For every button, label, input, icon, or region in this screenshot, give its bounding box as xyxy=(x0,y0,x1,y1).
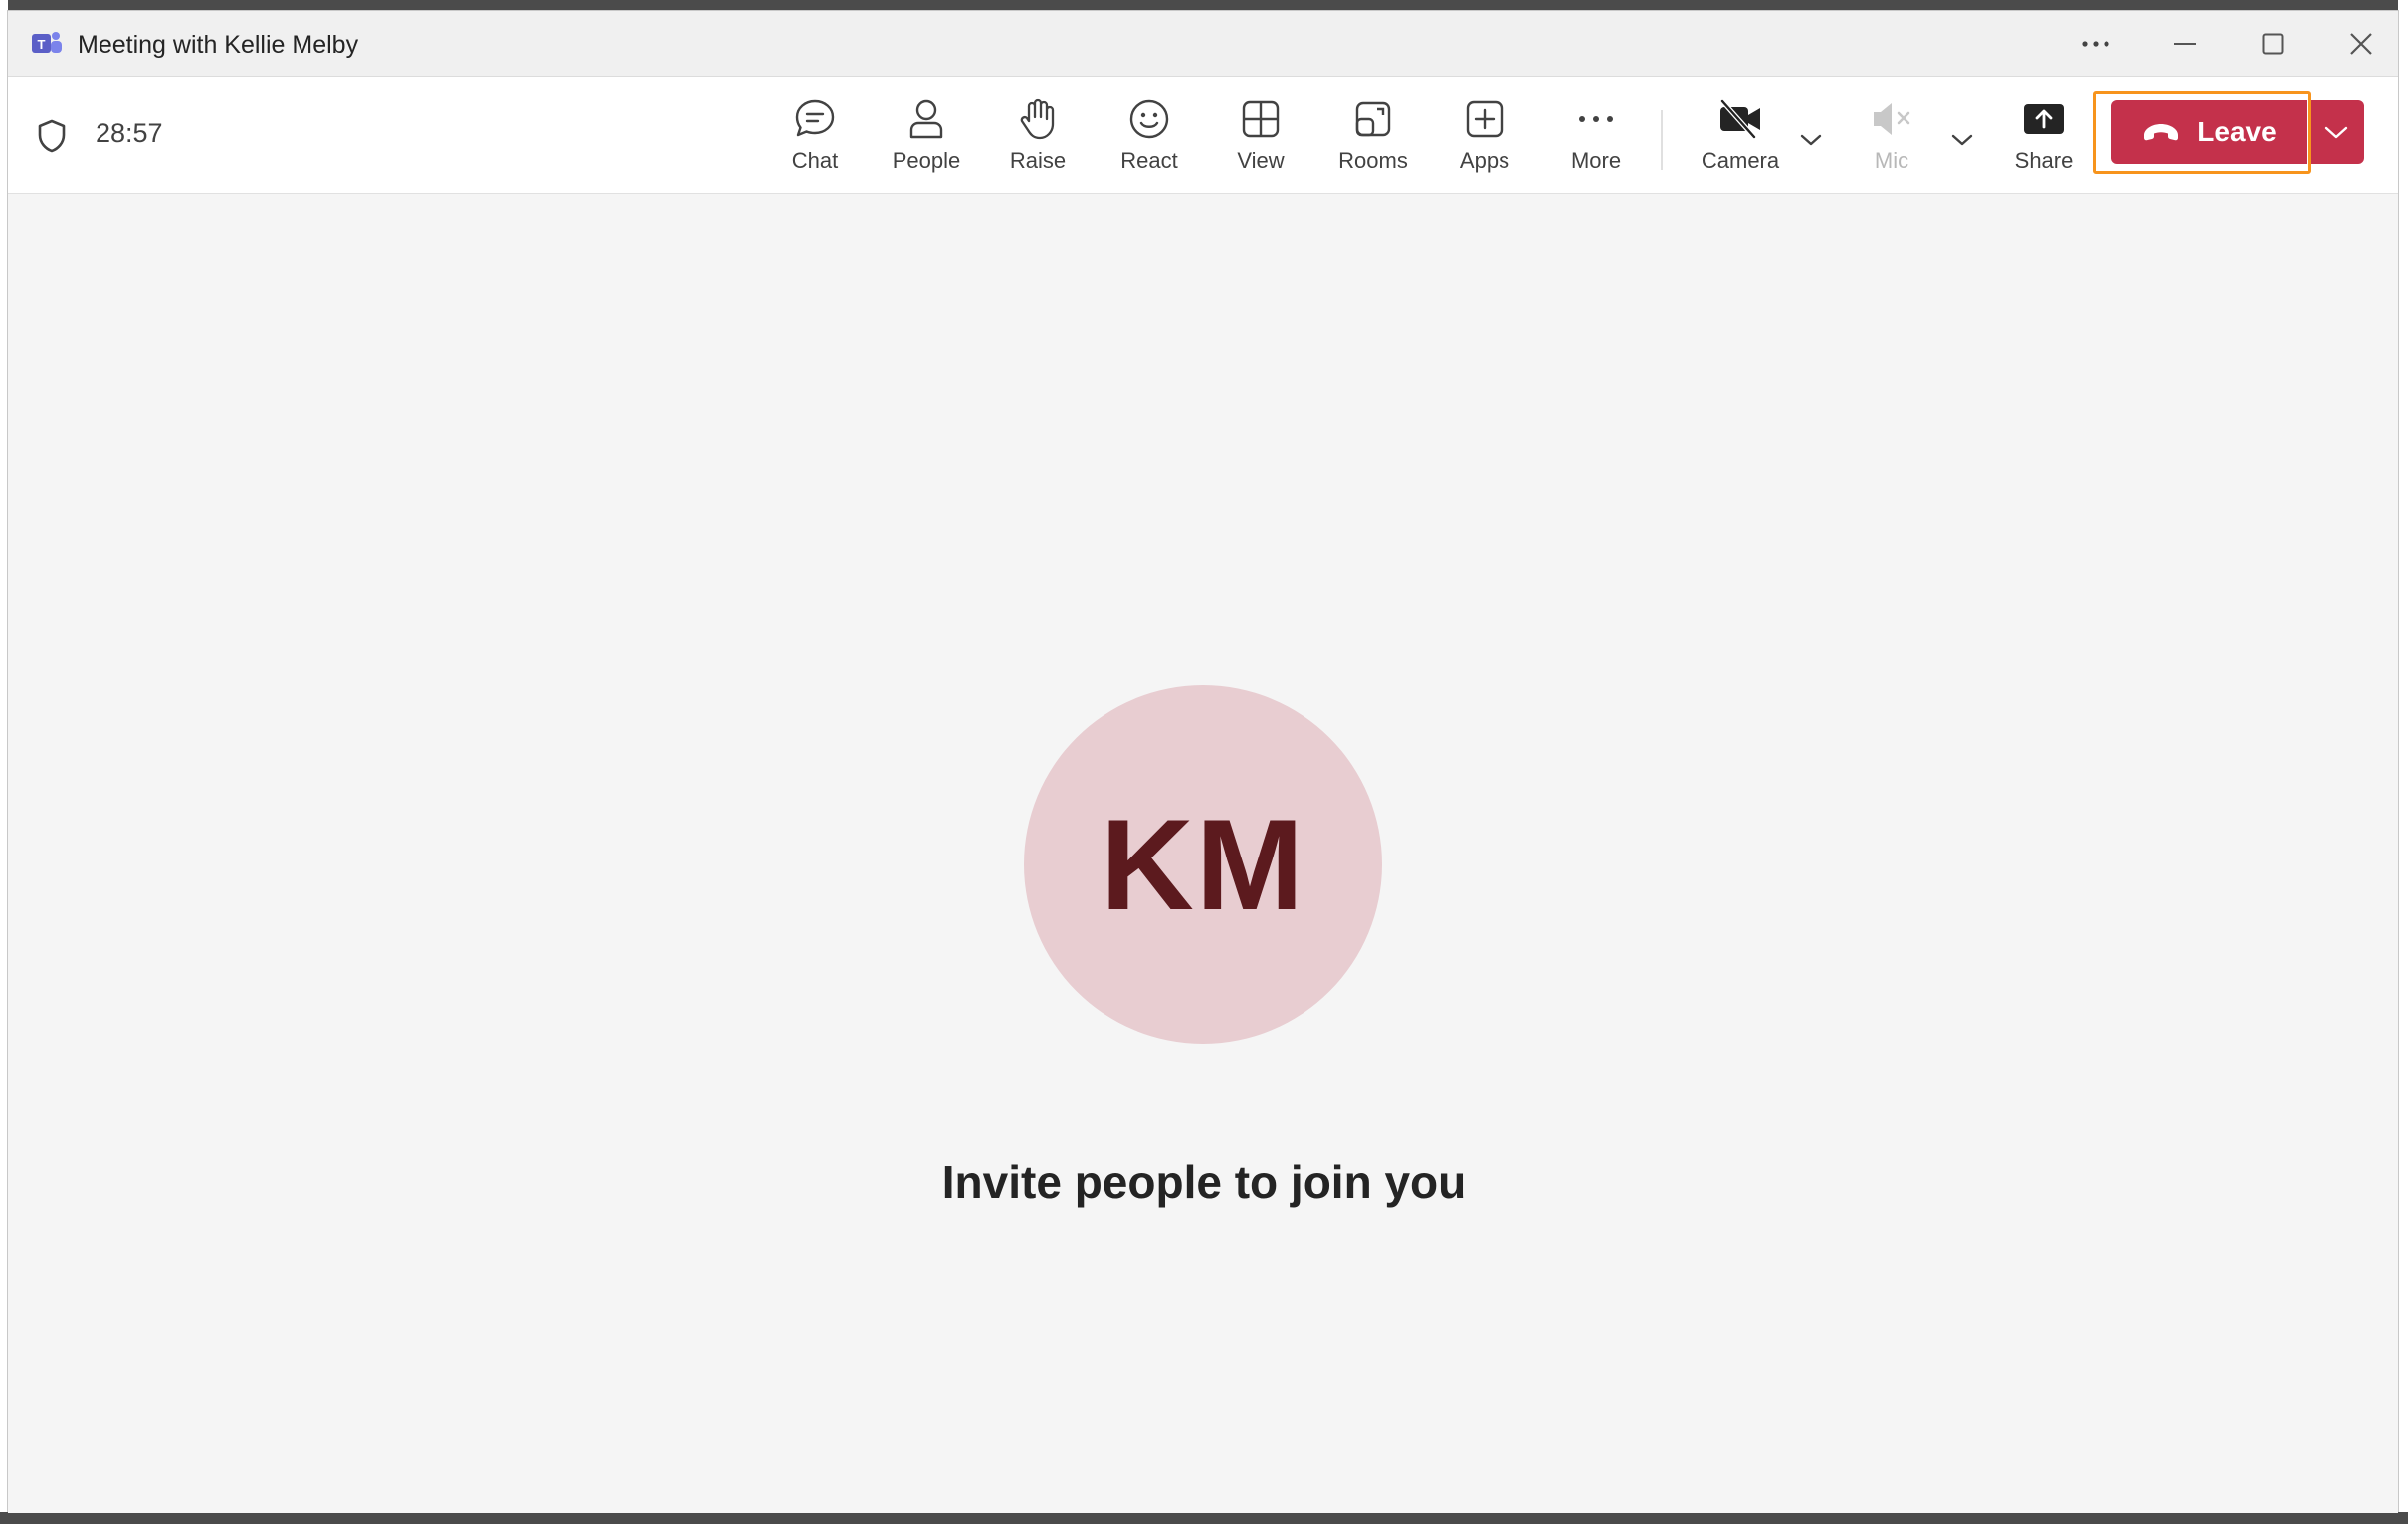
close-button[interactable] xyxy=(2331,21,2391,67)
minimize-button[interactable] xyxy=(2155,21,2215,67)
leave-options-button[interactable] xyxy=(2308,100,2364,164)
meeting-window: T Meeting with Kellie Melby 28:57 Chat P… xyxy=(7,10,2399,1513)
breakout-rooms-icon xyxy=(1355,101,1391,137)
maximize-icon xyxy=(2262,33,2284,55)
person-icon xyxy=(909,99,943,139)
shield-icon[interactable] xyxy=(36,118,68,154)
window-title: Meeting with Kellie Melby xyxy=(78,31,359,59)
chat-button[interactable]: Chat xyxy=(763,96,867,180)
react-button[interactable]: React xyxy=(1098,96,1201,180)
camera-off-icon xyxy=(1719,98,1760,140)
rooms-button[interactable]: Rooms xyxy=(1321,96,1425,180)
raise-label: Raise xyxy=(1009,148,1067,173)
meeting-toolbar: 28:57 Chat People Raise React View Rooms… xyxy=(8,77,2398,194)
ellipsis-icon xyxy=(1579,116,1613,122)
desktop-top-edge xyxy=(0,0,2408,10)
meeting-timer: 28:57 xyxy=(96,118,163,148)
leave-button-highlight xyxy=(2093,91,2311,174)
mic-button[interactable]: Mic xyxy=(1840,96,1943,180)
title-bar: T Meeting with Kellie Melby xyxy=(8,11,2398,77)
avatar: KM xyxy=(1024,685,1382,1044)
camera-label: Camera xyxy=(1701,148,1780,173)
desktop-right-edge xyxy=(2398,0,2408,1524)
close-icon xyxy=(2350,33,2372,55)
grid-view-icon xyxy=(1242,100,1280,138)
smiley-icon xyxy=(1129,99,1169,139)
desktop-bottom-edge xyxy=(0,1512,2408,1524)
svg-text:T: T xyxy=(38,37,46,52)
minimize-icon xyxy=(2174,43,2196,45)
mic-options-chevron-down-icon[interactable] xyxy=(1950,132,1974,148)
more-label: More xyxy=(1570,148,1622,173)
apps-label: Apps xyxy=(1459,148,1510,173)
speaker-muted-icon xyxy=(1874,103,1910,135)
teams-icon: T xyxy=(32,32,62,53)
react-label: React xyxy=(1120,148,1178,173)
mic-label: Mic xyxy=(1874,148,1909,173)
meeting-stage: KM Invite people to join you xyxy=(8,194,2398,1513)
add-app-icon xyxy=(1466,100,1504,138)
share-button[interactable]: Share xyxy=(1992,96,2096,180)
people-label: People xyxy=(892,148,961,173)
chat-icon xyxy=(795,99,835,137)
chevron-down-icon xyxy=(2324,126,2348,139)
raise-hand-button[interactable]: Raise xyxy=(986,96,1090,180)
more-button[interactable]: More xyxy=(1544,96,1648,180)
invite-message: Invite people to join you xyxy=(941,1156,1467,1208)
toolbar-divider xyxy=(1661,110,1663,170)
share-screen-icon xyxy=(2024,104,2064,134)
camera-options-chevron-down-icon[interactable] xyxy=(1799,132,1823,148)
apps-button[interactable]: Apps xyxy=(1433,96,1536,180)
people-button[interactable]: People xyxy=(875,96,978,180)
share-label: Share xyxy=(2014,148,2074,173)
more-options-button[interactable] xyxy=(2066,21,2125,67)
view-button[interactable]: View xyxy=(1209,96,1312,180)
ellipsis-icon xyxy=(2082,41,2109,47)
camera-button[interactable]: Camera xyxy=(1689,96,1792,180)
hand-icon xyxy=(1020,98,1055,140)
rooms-label: Rooms xyxy=(1338,148,1408,173)
chat-label: Chat xyxy=(791,148,839,173)
avatar-initials: KM xyxy=(1100,792,1306,937)
maximize-button[interactable] xyxy=(2243,21,2303,67)
view-label: View xyxy=(1237,148,1285,173)
